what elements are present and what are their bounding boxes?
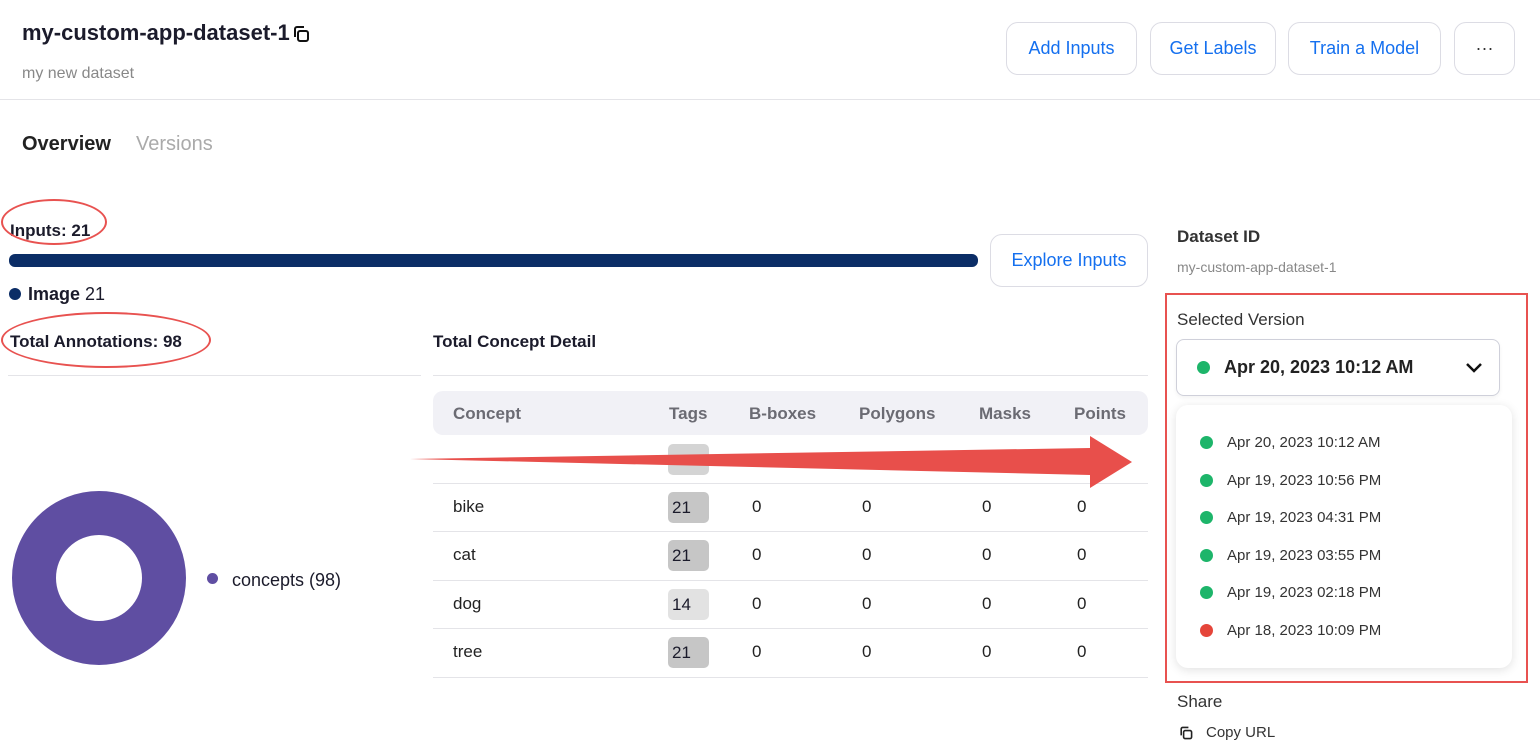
version-option[interactable]: Apr 19, 2023 02:18 PM <box>1200 584 1381 601</box>
annotation-circle <box>1 312 211 368</box>
concept-name: tree <box>453 642 483 661</box>
status-dot <box>1200 436 1213 449</box>
inputs-bar <box>9 254 978 267</box>
concept-name: bike <box>453 497 485 516</box>
version-label: Apr 19, 2023 03:55 PM <box>1227 546 1382 564</box>
concepts-legend-dot <box>207 573 218 584</box>
row-divider <box>433 628 1148 629</box>
col-points[interactable]: Points <box>1074 404 1126 424</box>
more-options-button[interactable]: ··· <box>1454 22 1515 75</box>
header-divider <box>0 99 1540 100</box>
row-divider <box>433 483 1148 484</box>
polygons-count: 0 <box>862 642 872 661</box>
status-dot <box>1200 511 1213 525</box>
polygons-count: 0 <box>862 594 872 613</box>
points-count: 0 <box>1077 642 1087 661</box>
col-bboxes[interactable]: B-boxes <box>749 404 816 424</box>
bboxes-count: 0 <box>752 545 762 564</box>
donut-slice-concepts <box>12 491 186 665</box>
masks-count: 0 <box>982 594 992 613</box>
page-title: my-custom-app-dataset-1 <box>22 20 290 45</box>
status-dot <box>1200 548 1213 562</box>
bboxes-count: 0 <box>752 642 762 661</box>
image-legend-dot <box>9 288 21 300</box>
version-label: Apr 18, 2023 10:09 PM <box>1227 622 1382 639</box>
chevron-down-icon <box>1466 362 1482 373</box>
annotation-circle <box>1 199 107 245</box>
selected-version-value: Apr 20, 2023 10:12 AM <box>1224 357 1414 377</box>
version-label: Apr 19, 2023 02:18 PM <box>1227 584 1382 602</box>
get-labels-button[interactable]: Get Labels <box>1150 22 1276 75</box>
tags-badge: 21 <box>668 492 709 523</box>
row-divider <box>433 677 1148 678</box>
status-dot <box>1200 624 1213 637</box>
col-concept[interactable]: Concept <box>453 404 521 424</box>
tags-badge: 21 <box>668 637 709 668</box>
polygons-count: 0 <box>862 545 872 564</box>
image-legend: Image 21 <box>28 284 106 304</box>
version-option[interactable]: Apr 19, 2023 10:56 PM <box>1200 472 1381 489</box>
annotations-donut-chart <box>12 491 186 665</box>
status-dot <box>1200 586 1213 600</box>
selected-version-label: Selected Version <box>1177 310 1305 329</box>
page-subtitle: my new dataset <box>22 65 135 82</box>
row-divider <box>433 580 1148 581</box>
version-label: Apr 20, 2023 10:12 AM <box>1227 434 1381 451</box>
share-label: Share <box>1177 692 1223 711</box>
masks-count: 0 <box>982 642 992 661</box>
bboxes-count: 0 <box>752 497 762 516</box>
status-dot <box>1197 361 1210 374</box>
add-inputs-button[interactable]: Add Inputs <box>1006 22 1137 75</box>
masks-count: 0 <box>982 545 992 564</box>
dataset-id-label: Dataset ID <box>1177 227 1261 246</box>
version-option[interactable]: Apr 19, 2023 04:31 PM <box>1200 509 1381 526</box>
col-polygons[interactable]: Polygons <box>859 404 936 424</box>
explore-inputs-button[interactable]: Explore Inputs <box>990 234 1148 287</box>
version-option[interactable]: Apr 18, 2023 10:09 PM <box>1200 622 1381 639</box>
points-count: 0 <box>1077 594 1087 613</box>
col-tags[interactable]: Tags <box>669 404 707 424</box>
tab-overview[interactable]: Overview <box>22 133 111 156</box>
tags-badge: 14 <box>668 589 709 620</box>
train-model-button[interactable]: Train a Model <box>1288 22 1441 75</box>
copy-icon[interactable] <box>291 24 311 44</box>
version-select[interactable]: Apr 20, 2023 10:12 AM <box>1176 339 1500 396</box>
copy-url-link[interactable]: Copy URL <box>1206 724 1275 741</box>
version-option[interactable]: Apr 20, 2023 10:12 AM <box>1200 434 1380 451</box>
dataset-id-value: my-custom-app-dataset-1 <box>1177 259 1337 275</box>
concept-detail-title: Total Concept Detail <box>433 332 597 351</box>
tag-badge-hidden <box>668 444 709 475</box>
tags-badge: 21 <box>668 540 709 571</box>
points-count: 0 <box>1077 545 1087 564</box>
polygons-count: 0 <box>862 497 872 516</box>
annotations-divider <box>8 375 421 376</box>
concept-name: dog <box>453 594 482 613</box>
concepts-legend: concepts (98) <box>232 570 342 590</box>
tab-versions[interactable]: Versions <box>136 133 213 156</box>
status-dot <box>1200 473 1213 487</box>
points-count: 0 <box>1077 497 1087 516</box>
version-label: Apr 19, 2023 10:56 PM <box>1227 471 1382 489</box>
row-divider <box>433 531 1148 532</box>
concept-name: cat <box>453 545 476 564</box>
col-masks[interactable]: Masks <box>979 404 1031 424</box>
version-label: Apr 19, 2023 04:31 PM <box>1227 509 1382 527</box>
bboxes-count: 0 <box>752 594 762 613</box>
masks-count: 0 <box>982 497 992 516</box>
copy-icon <box>1180 726 1193 740</box>
concept-divider <box>433 375 1148 376</box>
version-option[interactable]: Apr 19, 2023 03:55 PM <box>1200 547 1381 564</box>
